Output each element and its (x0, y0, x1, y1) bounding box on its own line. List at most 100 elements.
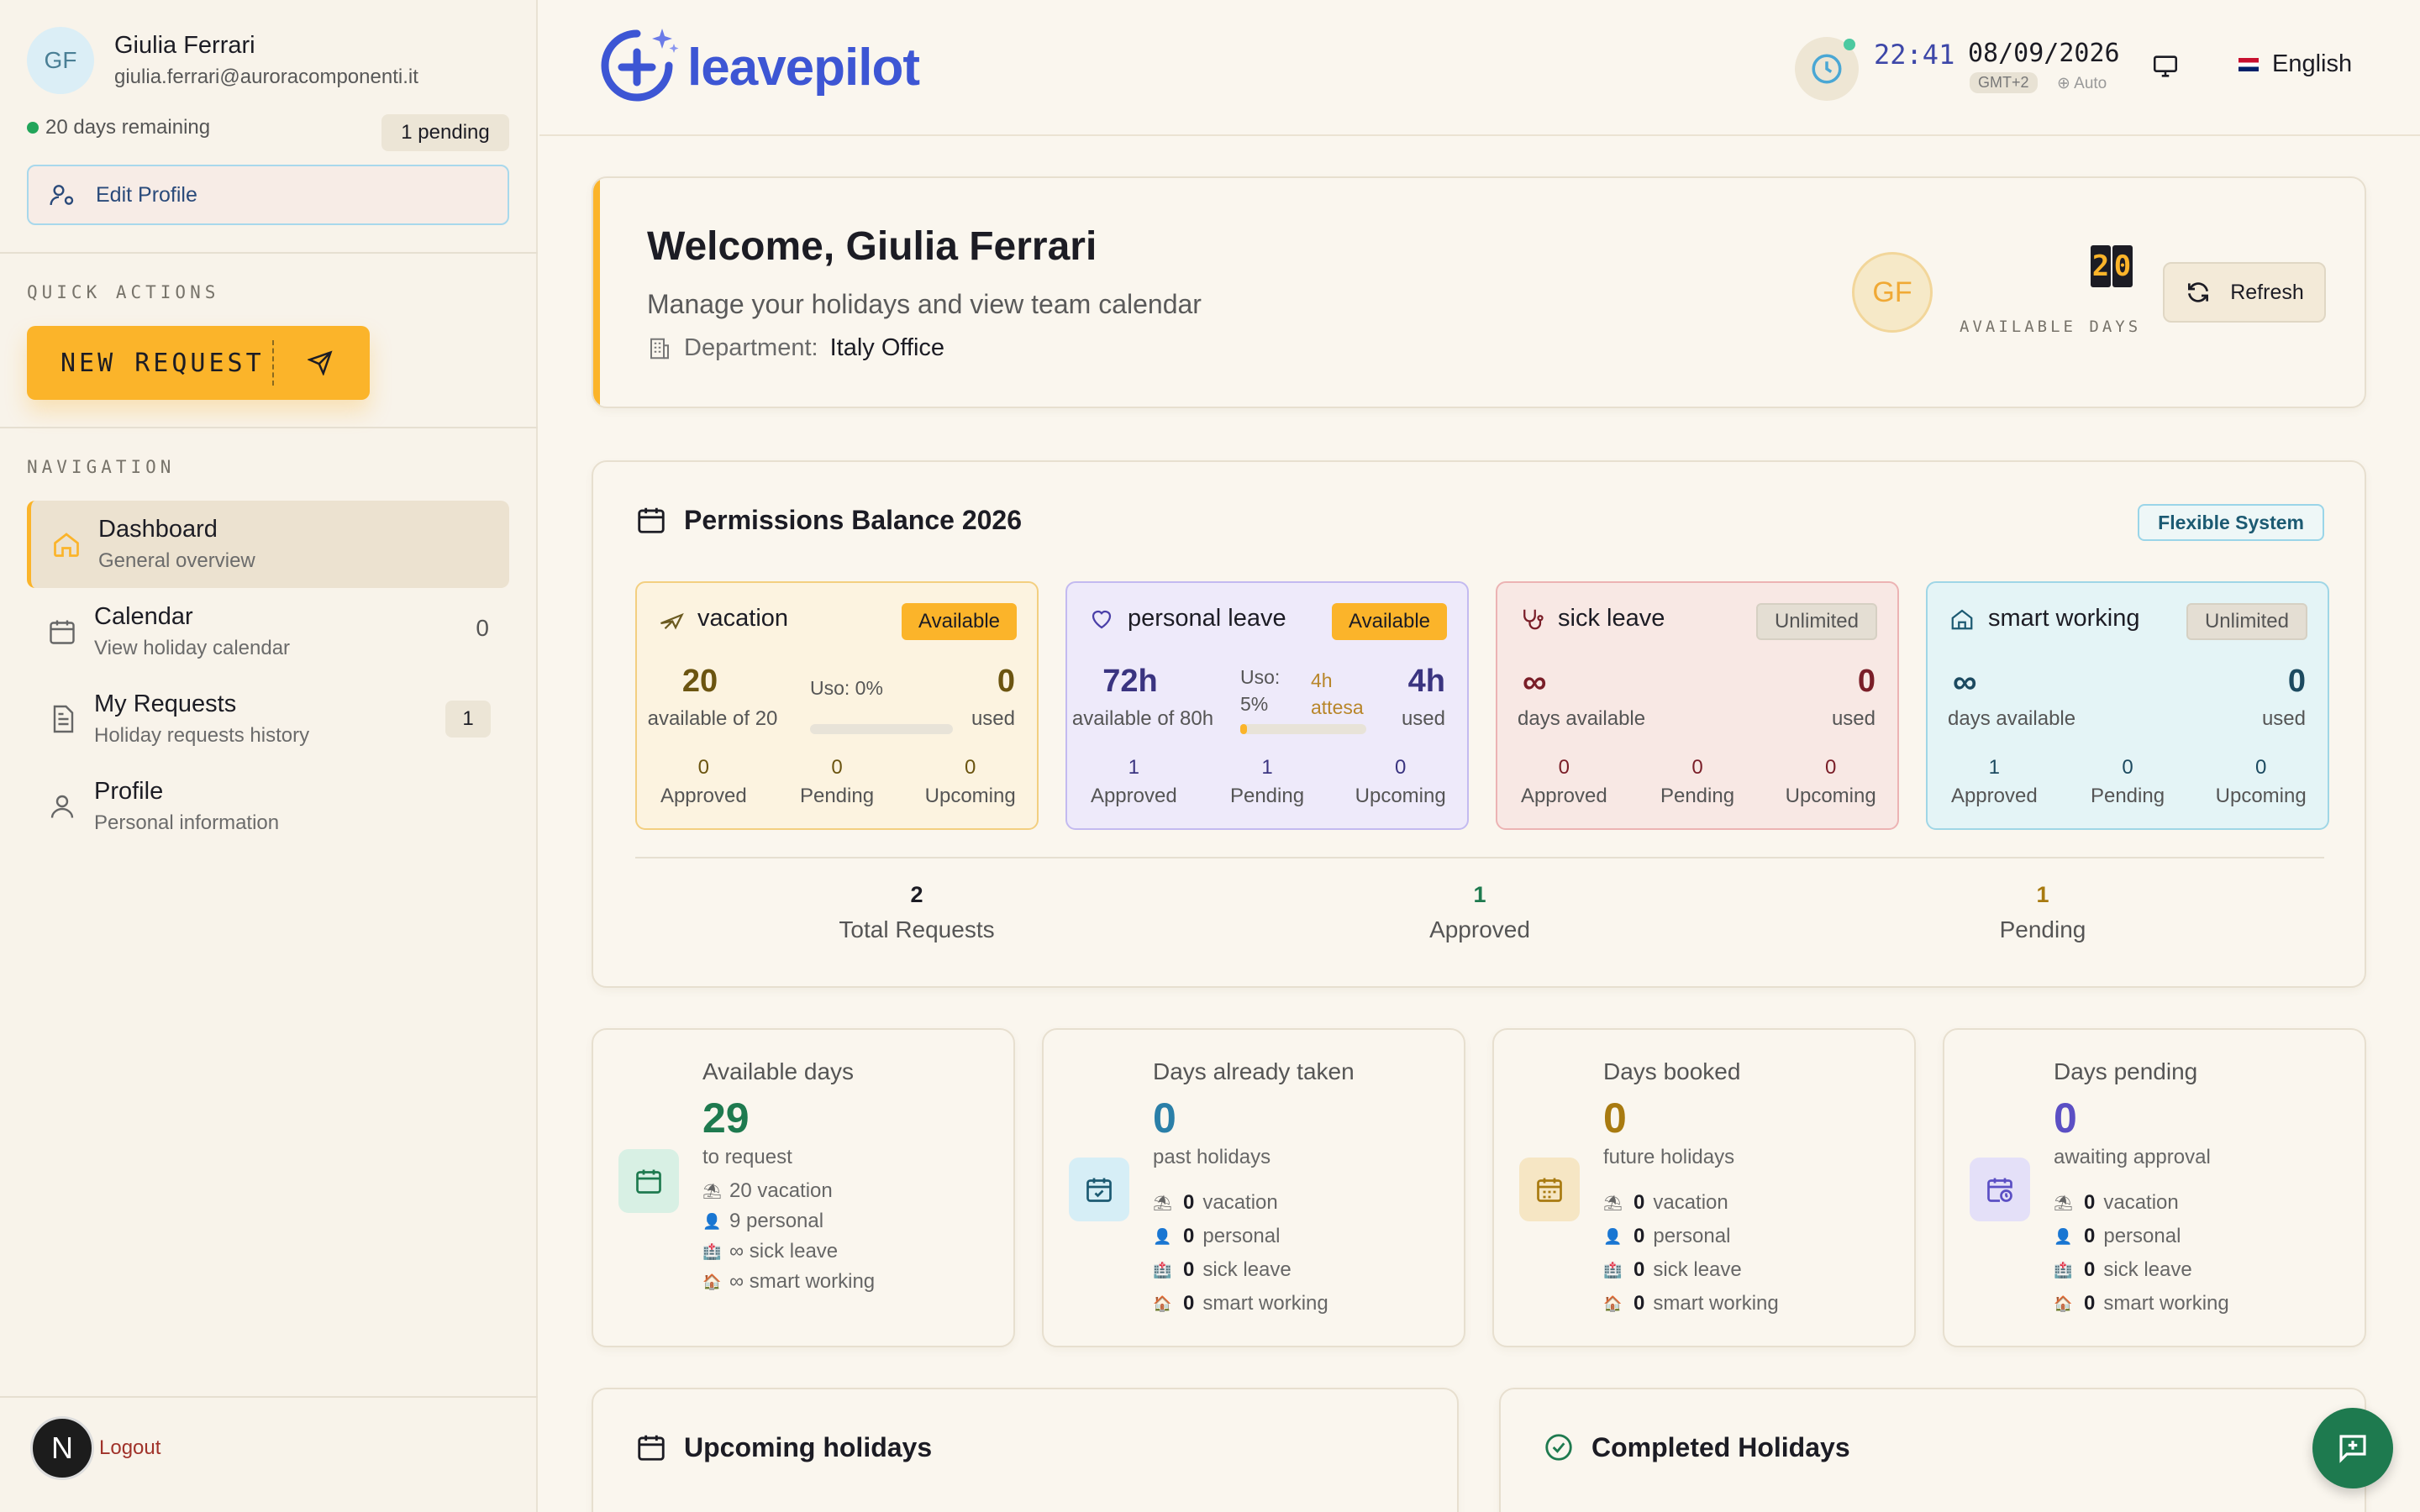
permission-card-sick-leave[interactable]: sick leave Unlimited ∞ days available 0 … (1496, 581, 1899, 830)
list-item: 🏠 0 smart working (1603, 1287, 1779, 1320)
list-item: 👤 0 personal (1153, 1220, 1328, 1253)
message-plus-icon (2339, 1435, 2366, 1463)
used-value: 0 (2287, 664, 2306, 699)
sidebar-item-profile[interactable]: Profile Personal information (27, 763, 509, 850)
timezone-badge: GMT+2 (1970, 72, 2038, 93)
pending-hours-label: attesa (1311, 696, 1364, 718)
permission-card-smart-working[interactable]: smart working Unlimited ∞ days available… (1926, 581, 2329, 830)
current-time: 22:41 (1874, 39, 1955, 71)
beach-icon: ⛱ (1603, 1194, 1623, 1211)
requests-count-badge: 1 (445, 701, 491, 738)
available-value: 20 (681, 664, 718, 699)
total-value: 1 (2036, 882, 2049, 907)
permission-stats: 0 Approved 0 Pending 0 Upcoming (637, 756, 1037, 808)
permission-card-vacation[interactable]: vacation Available 20 available of 20 Us… (635, 581, 1039, 830)
person-icon: 👤 (2054, 1228, 2073, 1245)
row-count: 0 (1183, 1225, 1195, 1247)
house-icon: 🏠 (2054, 1295, 2073, 1312)
quick-actions-label: QUICK ACTIONS (27, 282, 220, 302)
used-value: 4h (1407, 664, 1445, 699)
department-value: Italy Office (829, 334, 945, 361)
calendar-check-icon-box (1069, 1158, 1129, 1221)
calendar-grid-icon-box (1519, 1158, 1580, 1221)
calendar-icon (50, 620, 75, 644)
clock-button[interactable] (1795, 37, 1859, 101)
row-text: personal (1202, 1225, 1281, 1247)
stat-value: 1 (1988, 756, 2001, 779)
calendar-icon (636, 1169, 661, 1194)
flag-icon (2238, 57, 2259, 71)
row-text: 20 vacation (729, 1179, 833, 1202)
person-icon: 👤 (702, 1213, 722, 1230)
divider (272, 340, 274, 386)
list-item: 🏥 0 sick leave (1603, 1253, 1779, 1287)
permission-name: personal leave (1128, 605, 1286, 632)
logout-button[interactable]: N Logout (30, 1416, 160, 1480)
sidebar-item-my-requests[interactable]: My Requests Holiday requests history 1 (27, 675, 509, 763)
completed-holidays-card: Completed Holidays (1499, 1388, 2366, 1512)
list-item: 👤 9 personal (702, 1206, 875, 1236)
language-selector[interactable]: English (2238, 50, 2352, 78)
upcoming-holidays-label: Upcoming holidays (684, 1431, 933, 1462)
user-settings-icon (50, 185, 74, 206)
current-date: 08/09/2026 (1968, 39, 2120, 68)
sidebar: GF Giulia Ferrari giulia.ferrari@aurorac… (0, 0, 538, 1512)
new-request-button[interactable]: NEW REQUEST (27, 326, 370, 400)
department-label: Department: (684, 334, 818, 361)
usage-label-prefix: Uso: (1240, 666, 1281, 688)
available-value: 72h (1102, 664, 1158, 699)
stat-value: 1 (1128, 756, 1140, 779)
logo[interactable]: leavepilot (593, 24, 920, 111)
list-item: 👤 0 personal (2054, 1220, 2229, 1253)
stat-sub: awaiting approval (2054, 1146, 2211, 1168)
available-sub: available of 80h (1071, 707, 1214, 730)
beach-icon: ⛱ (1153, 1194, 1172, 1211)
sidebar-item-subtitle: Personal information (94, 811, 280, 834)
available-sub: available of 20 (647, 707, 778, 730)
available-days-counter: 2 0 (2091, 245, 2133, 287)
stat-value: 0 (1558, 756, 1570, 779)
welcome-card: Welcome, Giulia Ferrari Manage your holi… (592, 176, 2366, 408)
sidebar-item-dashboard[interactable]: Dashboard General overview (27, 501, 509, 588)
permission-card-personal-leave[interactable]: personal leave Available 72h available o… (1065, 581, 1469, 830)
stat-approved: 1 Approved (1067, 756, 1201, 808)
breakdown-list: ⛱ 20 vacation 👤 9 personal 🏥 ∞ sick leave 🏠… (702, 1176, 875, 1297)
list-item: ⛱ 0 vacation (1603, 1186, 1779, 1220)
calendar-icon (638, 507, 665, 533)
row-count: 0 (2084, 1225, 2096, 1247)
calendar-clock-icon (1987, 1178, 2012, 1202)
status-badge: Unlimited (1755, 603, 1877, 640)
edit-profile-button[interactable]: Edit Profile (27, 165, 509, 225)
row-text: vacation (2103, 1191, 2179, 1214)
accent-bar (593, 178, 600, 407)
refresh-button[interactable]: Refresh (2163, 262, 2326, 323)
send-icon (308, 350, 333, 375)
list-item: 🏠 ∞ smart working (702, 1267, 875, 1297)
list-item: 🏥 ∞ sick leave (702, 1236, 875, 1267)
breakdown-list: ⛱ 0 vacation 👤 0 personal 🏥 0 sick leave 🏠 0 sma… (1603, 1186, 1779, 1320)
stat-value: 29 (702, 1095, 750, 1142)
total-pending: 1 Pending (1761, 882, 2324, 943)
list-item: 👤 0 personal (1603, 1220, 1779, 1253)
usage-label-percent: 5% (1240, 693, 1269, 715)
available-days-label: AVAILABLE DAYS (1960, 318, 2142, 336)
sidebar-item-calendar[interactable]: Calendar View holiday calendar 0 (27, 588, 509, 675)
upcoming-holidays-title: Upcoming holidays (635, 1431, 932, 1463)
stat-label: Upcoming (2215, 785, 2307, 807)
row-text: vacation (1202, 1191, 1278, 1214)
chat-fab-button[interactable] (2312, 1408, 2393, 1488)
available-sub: days available (1948, 707, 2076, 730)
usage-label: Uso: 5% (1240, 664, 1280, 717)
plane-icon (660, 612, 684, 630)
refresh-label: Refresh (2230, 280, 2304, 304)
stat-sub: past holidays (1153, 1146, 1271, 1168)
available-sub: days available (1518, 707, 1646, 730)
welcome-subtitle: Manage your holidays and view team calen… (647, 289, 1202, 319)
permissions-balance-card: Permissions Balance 2026 Flexible System… (592, 460, 2366, 988)
sidebar-item-subtitle: General overview (98, 549, 255, 572)
welcome-title: Welcome, Giulia Ferrari (647, 224, 1097, 269)
logout-avatar: N (30, 1416, 94, 1480)
display-mode-button[interactable] (2151, 52, 2180, 85)
top-header: leavepilot 22:41 08/09/2026 GMT+2 ⊕ Auto… (539, 0, 2420, 136)
completed-holidays-title: Completed Holidays (1543, 1431, 1850, 1463)
